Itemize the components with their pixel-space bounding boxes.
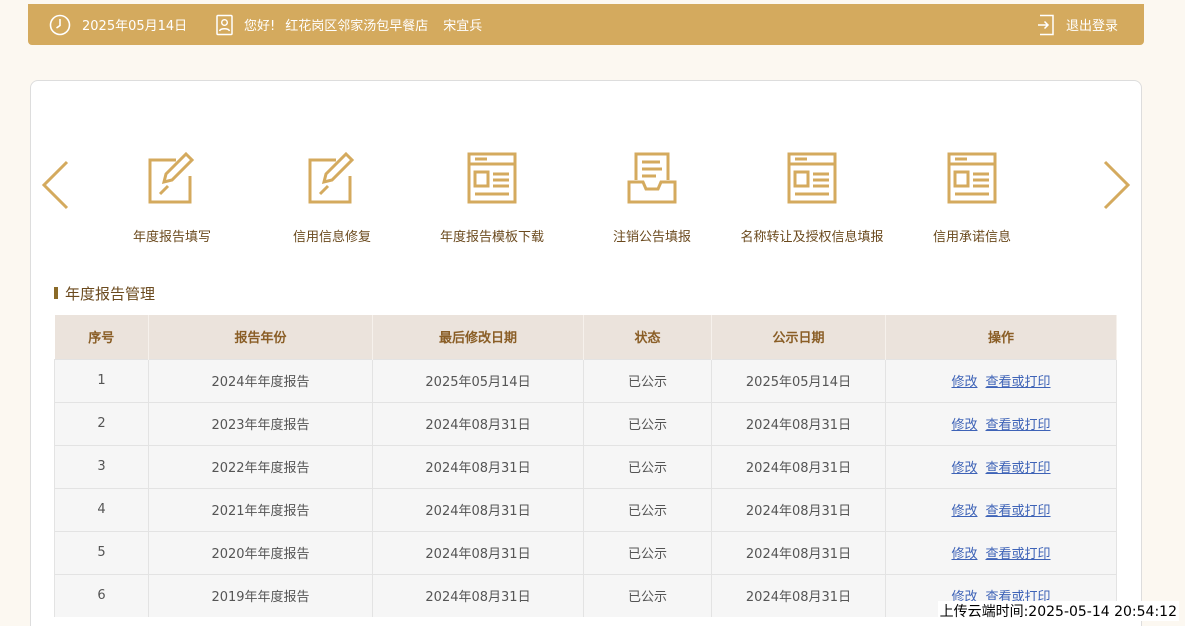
cell-published: 2024年08月31日 [711,401,886,445]
tray-icon [627,152,677,204]
current-date: 2025年05月14日 [82,19,188,34]
cell-status: 已公示 [583,487,712,531]
section-title: 年度报告管理 [54,284,156,303]
cell-no: 3 [54,444,149,488]
edit-link[interactable]: 修改 [951,418,977,433]
cell-status: 已公示 [583,530,712,574]
logout-label: 退出登录 [1066,19,1119,34]
table-row: 1 2024年年度报告 2025年05月14日 已公示 2025年05月14日 … [54,358,1117,402]
view-print-link[interactable]: 查看或打印 [986,547,1051,562]
logout-button[interactable]: 退出登录 [1037,4,1118,45]
cell-no: 1 [54,358,149,402]
cell-actions: 修改 查看或打印 [885,444,1117,488]
cell-year: 2021年年度报告 [148,487,373,531]
col-header-modified: 最后修改日期 [372,315,584,359]
greeting: 您好! [244,19,276,34]
clock-icon [49,14,71,35]
cell-published: 2025年05月14日 [711,358,886,402]
section-title-text: 年度报告管理 [65,284,156,303]
edit-icon [148,151,195,204]
func-label: 年度报告模板下载 [439,230,544,245]
func-annual-report-fill[interactable]: 年度报告填写 [92,150,252,245]
cell-actions: 修改 查看或打印 [885,401,1117,445]
func-credit-commitment[interactable]: 信用承诺信息 [892,150,1052,245]
carousel-prev-button[interactable] [40,160,70,210]
cell-actions: 修改 查看或打印 [885,358,1117,402]
upload-timestamp: 上传云端时间:2025-05-14 20:54:12 [937,601,1179,621]
annual-report-table: 序号 报告年份 最后修改日期 状态 公示日期 操作 1 2024年年度报告 20… [54,315,1117,617]
cell-status: 已公示 [583,444,712,488]
cell-modified: 2024年08月31日 [372,573,584,617]
edit-link[interactable]: 修改 [951,504,977,519]
user-name: 宋宜兵 [443,19,483,34]
cell-no: 4 [54,487,149,531]
title-marker [54,287,58,299]
table-row: 4 2021年年度报告 2024年08月31日 已公示 2024年08月31日 … [54,487,1117,531]
document-icon [947,152,997,204]
document-icon [787,152,837,204]
view-print-link[interactable]: 查看或打印 [986,375,1051,390]
cell-no: 6 [54,573,149,617]
col-header-no: 序号 [54,315,149,359]
cell-year: 2019年年度报告 [148,573,373,617]
cell-actions: 修改 查看或打印 [885,530,1117,574]
cell-published: 2024年08月31日 [711,487,886,531]
cell-modified: 2025年05月14日 [372,358,584,402]
func-label: 名称转让及授权信息填报 [740,230,884,245]
func-name-transfer[interactable]: 名称转让及授权信息填报 [732,150,892,245]
cell-status: 已公示 [583,573,712,617]
user-card-icon [216,14,233,35]
cell-published: 2024年08月31日 [711,444,886,488]
table-row: 2 2023年年度报告 2024年08月31日 已公示 2024年08月31日 … [54,401,1117,445]
cell-status: 已公示 [583,401,712,445]
logout-icon [1038,14,1054,35]
cell-published: 2024年08月31日 [711,573,886,617]
cell-year: 2023年年度报告 [148,401,373,445]
cell-actions: 修改 查看或打印 [885,487,1117,531]
func-label: 信用承诺信息 [932,230,1011,245]
view-print-link[interactable]: 查看或打印 [986,418,1051,433]
edit-link[interactable]: 修改 [951,547,977,562]
cell-modified: 2024年08月31日 [372,444,584,488]
edit-icon [308,151,355,204]
col-header-published: 公示日期 [711,315,886,359]
func-label: 注销公告填报 [612,230,691,245]
col-header-status: 状态 [583,315,712,359]
table-row: 3 2022年年度报告 2024年08月31日 已公示 2024年08月31日 … [54,444,1117,488]
col-header-year: 报告年份 [148,315,373,359]
func-label: 年度报告填写 [132,230,211,245]
table-row: 5 2020年年度报告 2024年08月31日 已公示 2024年08月31日 … [54,530,1117,574]
func-template-download[interactable]: 年度报告模板下载 [412,150,572,245]
col-header-actions: 操作 [885,315,1117,359]
cell-year: 2022年年度报告 [148,444,373,488]
func-deregistration-notice[interactable]: 注销公告填报 [572,150,732,245]
func-credit-repair[interactable]: 信用信息修复 [252,150,412,245]
cell-year: 2020年年度报告 [148,530,373,574]
edit-link[interactable]: 修改 [951,375,977,390]
view-print-link[interactable]: 查看或打印 [986,461,1051,476]
cell-modified: 2024年08月31日 [372,530,584,574]
company-name: 红花岗区邻家汤包早餐店 [285,19,429,34]
cell-published: 2024年08月31日 [711,530,886,574]
edit-link[interactable]: 修改 [951,461,977,476]
table-header-row: 序号 报告年份 最后修改日期 状态 公示日期 操作 [54,315,1117,359]
cell-no: 2 [54,401,149,445]
cell-status: 已公示 [583,358,712,402]
date-area: 2025年05月14日 [49,4,187,45]
top-bar: 2025年05月14日 您好! 红花岗区邻家汤包早餐店 宋宜兵 退出登录 [28,4,1144,45]
carousel-next-button[interactable] [1102,160,1132,210]
view-print-link[interactable]: 查看或打印 [986,504,1051,519]
cell-no: 5 [54,530,149,574]
cell-modified: 2024年08月31日 [372,487,584,531]
func-label: 信用信息修复 [292,230,371,245]
cell-year: 2024年年度报告 [148,358,373,402]
document-icon [467,152,517,204]
cell-modified: 2024年08月31日 [372,401,584,445]
user-area: 您好! 红花岗区邻家汤包早餐店 宋宜兵 [215,4,482,45]
